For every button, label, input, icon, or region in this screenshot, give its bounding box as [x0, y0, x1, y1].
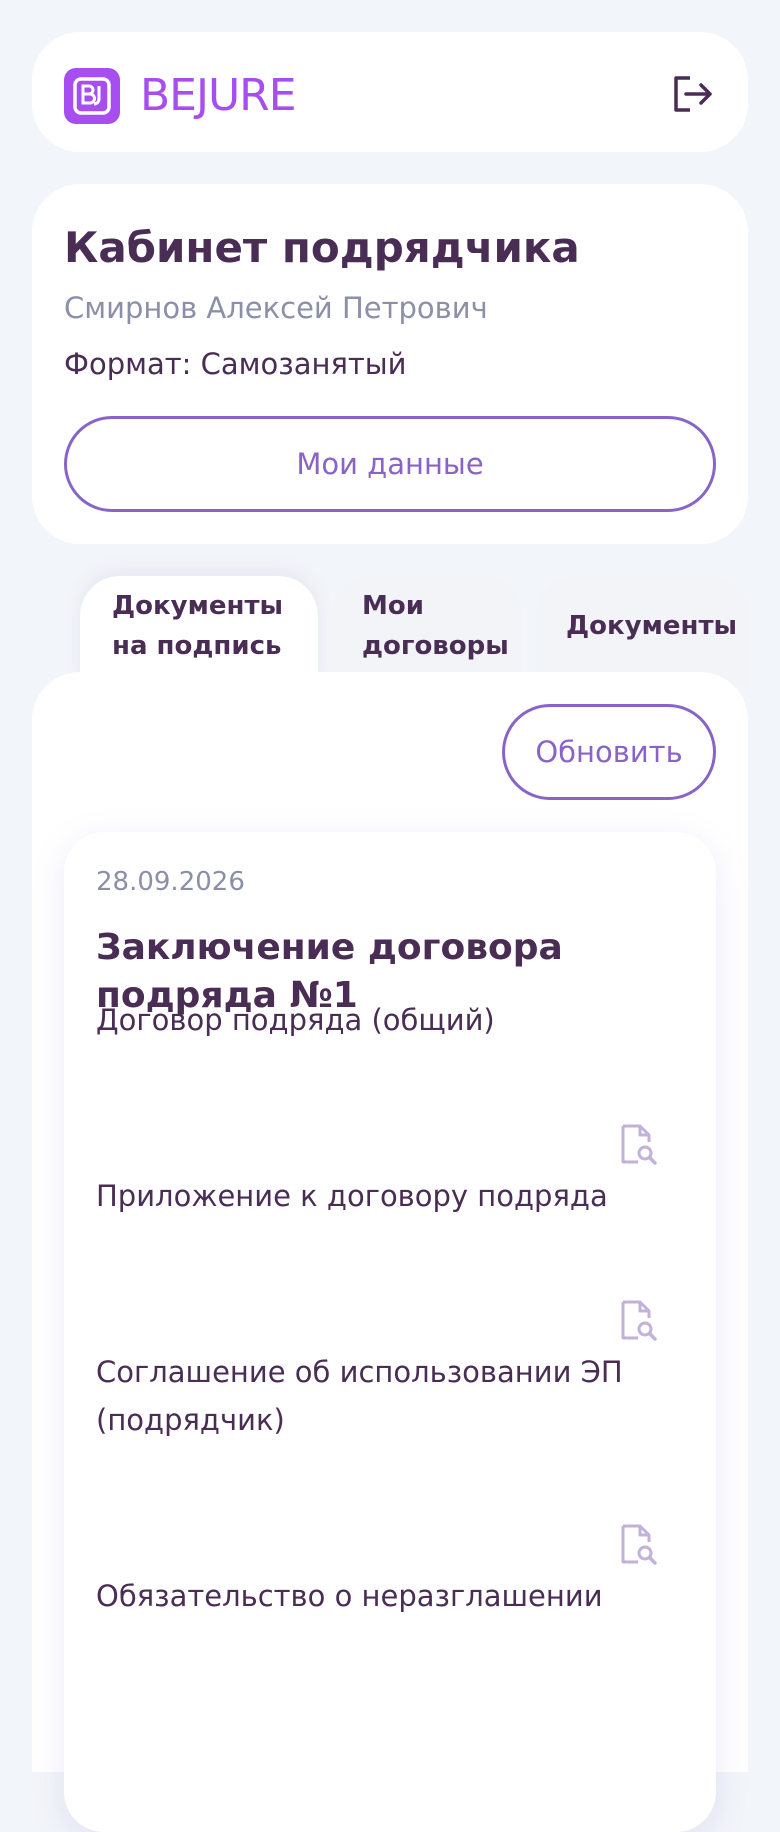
page-title: Кабинет подрядчика — [64, 223, 580, 272]
document-item-label: Обязательство о неразглашении — [96, 1579, 603, 1613]
logo-wordmark: BEJURE — [140, 70, 297, 121]
user-name: Смирнов Алексей Петрович — [64, 291, 488, 325]
tab-label-line: Мои — [362, 591, 424, 621]
tab-my-contracts[interactable]: Мои договоры — [332, 576, 522, 686]
document-item-label: Соглашение об использовании ЭП (подрядчи… — [96, 1355, 623, 1437]
profile-card: Кабинет подрядчика Смирнов Алексей Петро… — [32, 184, 748, 544]
logout-button[interactable] — [666, 68, 718, 120]
tab-documents-to-sign[interactable]: Документы на подпись — [80, 576, 318, 686]
tab-label-line: договоры — [362, 631, 509, 661]
document-item-label: Приложение к договору подряда — [96, 1179, 608, 1213]
document-search-icon[interactable] — [618, 1122, 658, 1168]
logout-icon — [674, 76, 712, 112]
package-date: 28.09.2026 — [96, 867, 245, 897]
bj-logo-icon — [64, 68, 120, 124]
document-search-icon[interactable] — [618, 1522, 658, 1568]
document-search-icon[interactable] — [618, 1298, 658, 1344]
tab-label-line: Документы — [112, 591, 284, 621]
my-data-button[interactable]: Мои данные — [64, 416, 716, 512]
app-header: BEJURE — [32, 32, 748, 152]
tab-label-line: на подпись — [112, 631, 282, 661]
document-package-card: 28.09.2026 Заключение договора подряда №… — [64, 832, 716, 1832]
refresh-button[interactable]: Обновить — [502, 704, 716, 800]
tab-documents[interactable]: Документы — [536, 576, 748, 686]
document-item-label: Договор подряда (общий) — [96, 1003, 495, 1037]
tab-content-panel: Обновить 28.09.2026 Заключение договора … — [32, 672, 748, 1832]
tab-label-line: Документы — [566, 611, 738, 641]
user-format: Формат: Самозанятый — [64, 347, 407, 381]
